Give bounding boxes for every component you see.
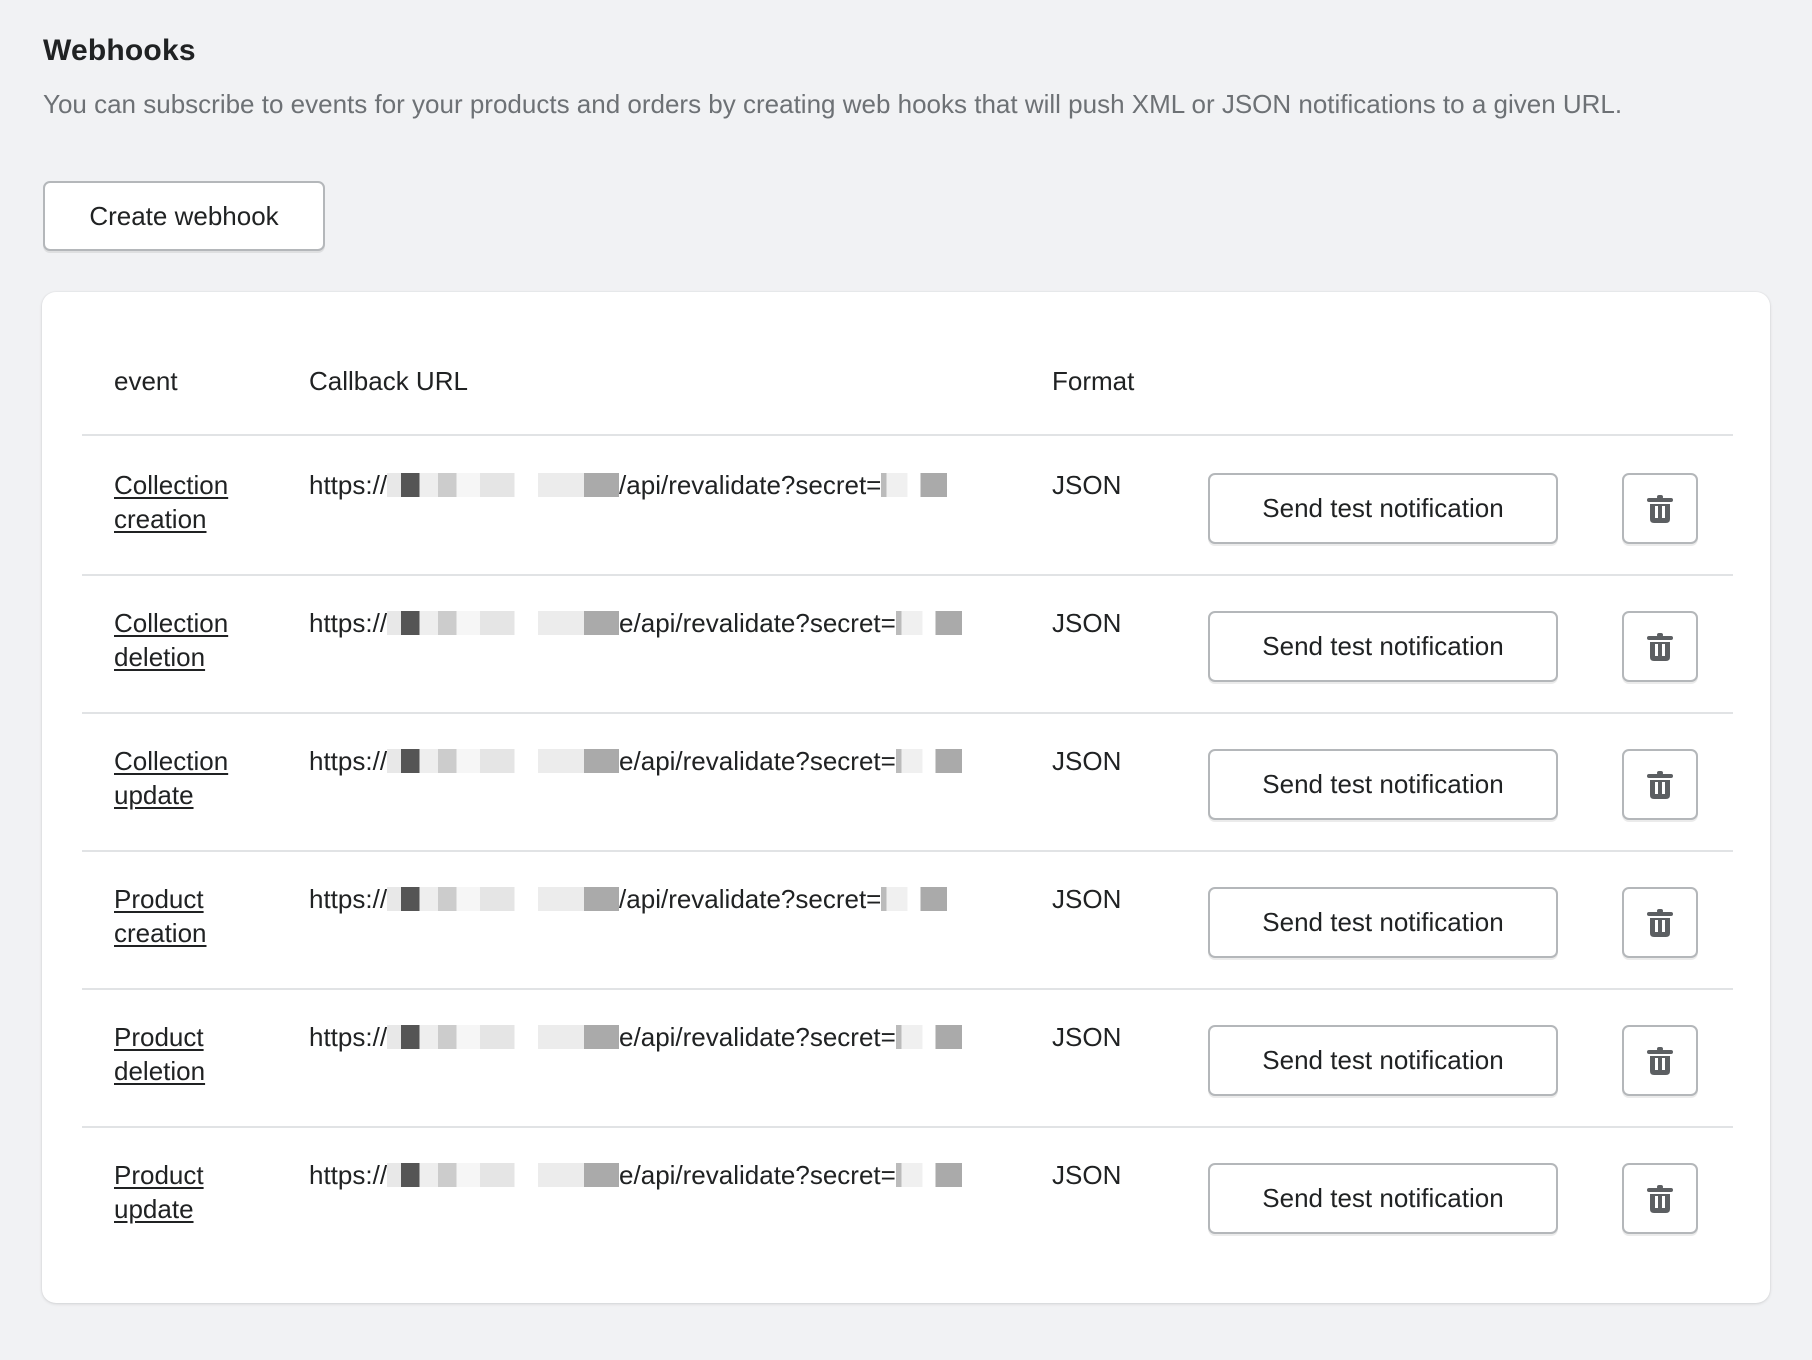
trash-icon bbox=[1647, 1184, 1673, 1213]
trash-icon bbox=[1647, 908, 1673, 937]
table-row: Product creation https:// /api/revalidat… bbox=[82, 852, 1733, 990]
url-path: e/api/revalidate?secret= bbox=[619, 608, 896, 638]
redacted-secret bbox=[895, 1163, 962, 1187]
url-prefix: https:// bbox=[309, 1022, 388, 1052]
url-prefix: https:// bbox=[309, 1160, 388, 1190]
format-value: JSON bbox=[1052, 608, 1122, 638]
trash-icon bbox=[1647, 494, 1673, 523]
url-path: /api/revalidate?secret= bbox=[619, 470, 882, 500]
redacted-host bbox=[387, 1163, 620, 1187]
callback-url: https:// e/api/revalidate?secret= bbox=[309, 1020, 962, 1054]
trash-icon bbox=[1647, 1046, 1673, 1075]
url-path: e/api/revalidate?secret= bbox=[619, 746, 896, 776]
format-value: JSON bbox=[1052, 1022, 1122, 1052]
event-link[interactable]: Product deletion bbox=[114, 1020, 264, 1088]
format-value: JSON bbox=[1052, 884, 1122, 914]
redacted-secret bbox=[881, 473, 948, 497]
delete-webhook-button[interactable] bbox=[1622, 611, 1698, 682]
url-path: e/api/revalidate?secret= bbox=[619, 1160, 896, 1190]
delete-webhook-button[interactable] bbox=[1622, 1163, 1698, 1234]
redacted-host bbox=[387, 749, 620, 773]
column-header-event: event bbox=[114, 366, 178, 396]
send-test-notification-button[interactable]: Send test notification bbox=[1208, 473, 1558, 544]
table-row: Product update https:// e/api/revalidate… bbox=[82, 1128, 1733, 1266]
column-header-callback-url: Callback URL bbox=[309, 366, 468, 396]
table-row: Product deletion https:// e/api/revalida… bbox=[82, 990, 1733, 1128]
redacted-host bbox=[387, 473, 620, 497]
redacted-host bbox=[387, 887, 620, 911]
column-header-format: Format bbox=[1052, 366, 1135, 396]
page-description: You can subscribe to events for your pro… bbox=[43, 89, 1623, 119]
callback-url: https:// e/api/revalidate?secret= bbox=[309, 606, 962, 640]
trash-icon bbox=[1647, 632, 1673, 661]
callback-url: https:// /api/revalidate?secret= bbox=[309, 468, 948, 502]
table-row: Collection update https:// e/api/revalid… bbox=[82, 714, 1733, 852]
create-webhook-button[interactable]: Create webhook bbox=[43, 181, 325, 251]
callback-url: https:// e/api/revalidate?secret= bbox=[309, 1158, 962, 1192]
delete-webhook-button[interactable] bbox=[1622, 473, 1698, 544]
event-link[interactable]: Product update bbox=[114, 1158, 264, 1226]
send-test-notification-button[interactable]: Send test notification bbox=[1208, 887, 1558, 958]
redacted-host bbox=[387, 1025, 620, 1049]
format-value: JSON bbox=[1052, 470, 1122, 500]
delete-webhook-button[interactable] bbox=[1622, 749, 1698, 820]
url-prefix: https:// bbox=[309, 470, 388, 500]
redacted-secret bbox=[895, 749, 962, 773]
send-test-notification-button[interactable]: Send test notification bbox=[1208, 1163, 1558, 1234]
url-path: e/api/revalidate?secret= bbox=[619, 1022, 896, 1052]
delete-webhook-button[interactable] bbox=[1622, 1025, 1698, 1096]
redacted-secret bbox=[881, 887, 948, 911]
url-path: /api/revalidate?secret= bbox=[619, 884, 882, 914]
redacted-secret bbox=[895, 1025, 962, 1049]
redacted-host bbox=[387, 611, 620, 635]
url-prefix: https:// bbox=[309, 884, 388, 914]
webhooks-table-card: event Callback URL Format Collection cre… bbox=[42, 292, 1770, 1303]
event-link[interactable]: Product creation bbox=[114, 882, 264, 950]
delete-webhook-button[interactable] bbox=[1622, 887, 1698, 958]
page-title: Webhooks bbox=[43, 34, 196, 67]
format-value: JSON bbox=[1052, 746, 1122, 776]
trash-icon bbox=[1647, 770, 1673, 799]
event-link[interactable]: Collection creation bbox=[114, 468, 264, 536]
format-value: JSON bbox=[1052, 1160, 1122, 1190]
redacted-secret bbox=[895, 611, 962, 635]
callback-url: https:// /api/revalidate?secret= bbox=[309, 882, 948, 916]
table-row: Collection deletion https:// e/api/reval… bbox=[82, 576, 1733, 714]
callback-url: https:// e/api/revalidate?secret= bbox=[309, 744, 962, 778]
table-row: Collection creation https:// /api/revali… bbox=[82, 438, 1733, 576]
send-test-notification-button[interactable]: Send test notification bbox=[1208, 611, 1558, 682]
send-test-notification-button[interactable]: Send test notification bbox=[1208, 749, 1558, 820]
url-prefix: https:// bbox=[309, 746, 388, 776]
send-test-notification-button[interactable]: Send test notification bbox=[1208, 1025, 1558, 1096]
event-link[interactable]: Collection update bbox=[114, 744, 264, 812]
url-prefix: https:// bbox=[309, 608, 388, 638]
event-link[interactable]: Collection deletion bbox=[114, 606, 264, 674]
table-header: event Callback URL Format bbox=[82, 292, 1733, 436]
